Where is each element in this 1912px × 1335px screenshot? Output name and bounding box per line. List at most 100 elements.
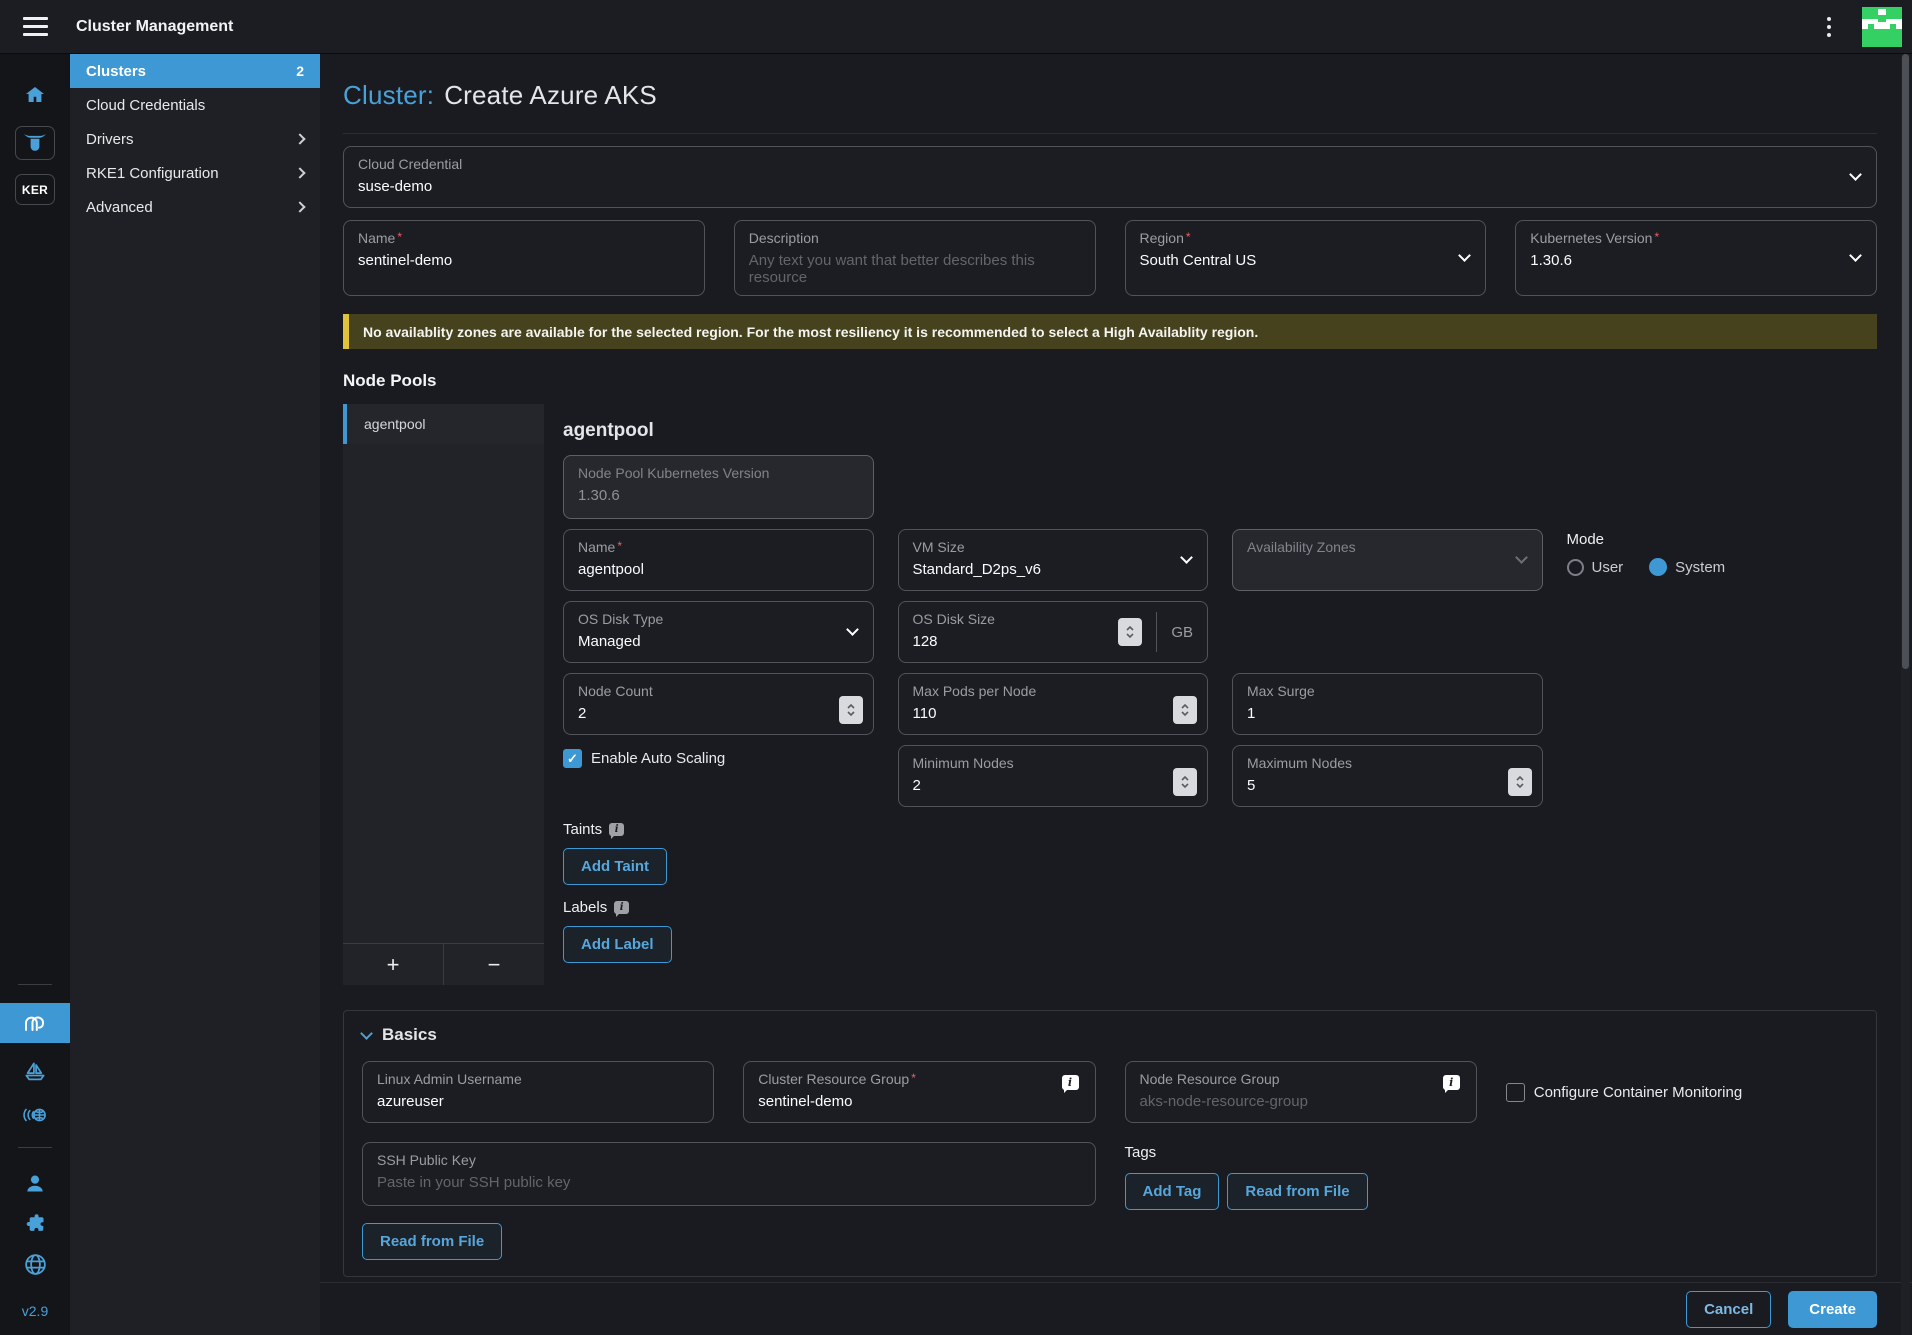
basics-section-header[interactable]: Basics <box>362 1025 1858 1045</box>
mode-radio-system[interactable]: System <box>1649 558 1725 576</box>
version-label[interactable]: v2.9 <box>22 1303 48 1319</box>
tags-read-from-file-button[interactable]: Read from File <box>1227 1173 1367 1210</box>
node-pool-k8s-version-field: Node Pool Kubernetes Version 1.30.6 <box>563 455 874 519</box>
cancel-button[interactable]: Cancel <box>1686 1291 1771 1328</box>
sidebar-item-rke1-configuration[interactable]: RKE1 Configuration <box>70 156 320 190</box>
chevron-right-icon <box>294 167 305 178</box>
region-select[interactable]: Region* South Central US <box>1125 220 1487 296</box>
app-window: Cluster Management <box>0 0 1912 1335</box>
user-avatar[interactable] <box>1862 7 1902 47</box>
page-title-prefix: Cluster: <box>343 80 434 110</box>
radio-unselected-icon <box>1567 559 1584 576</box>
cloud-credential-select[interactable]: Cloud Credential suse-demo <box>343 146 1877 208</box>
node-resource-group-placeholder: aks-node-resource-group <box>1140 1093 1462 1110</box>
avatar-identicon <box>1862 7 1902 47</box>
node-pool-tab-agentpool[interactable]: agentpool <box>343 404 544 444</box>
hamburger-menu-icon[interactable] <box>0 17 70 36</box>
tags-block: Tags Add Tag Read from File <box>1125 1142 1859 1260</box>
continuous-delivery-icon[interactable] <box>0 1103 70 1127</box>
kebab-menu-icon[interactable] <box>1814 12 1844 42</box>
sidebar-item-cloud-credentials[interactable]: Cloud Credentials <box>70 88 320 122</box>
add-tag-button[interactable]: Add Tag <box>1125 1173 1220 1210</box>
extensions-puzzle-icon[interactable] <box>0 1212 70 1236</box>
scrollbar-thumb[interactable] <box>1902 54 1909 669</box>
node-pool-tab-footer: + − <box>343 943 544 985</box>
taints-label: Taints i <box>563 821 1877 838</box>
top-bar: Cluster Management <box>0 0 1912 54</box>
node-pools-panel: agentpool + − agentpool Node Pool Kubern… <box>343 404 1877 985</box>
user-icon[interactable] <box>0 1172 70 1196</box>
rail-divider <box>18 984 52 985</box>
remove-node-pool-button[interactable]: − <box>443 944 544 985</box>
description-field[interactable]: Description Any text you want that bette… <box>734 220 1096 296</box>
node-resource-group-field[interactable]: Node Resource Group aks-node-resource-gr… <box>1125 1061 1477 1123</box>
side-nav: Clusters 2 Cloud Credentials Drivers RKE… <box>70 54 320 1335</box>
kubernetes-version-select[interactable]: Kubernetes Version* 1.30.6 <box>1515 220 1877 296</box>
rail-divider <box>18 1147 52 1148</box>
ssh-key-placeholder: Paste in your SSH public key <box>377 1174 1081 1191</box>
os-disk-size-field[interactable]: OS Disk Size 128 GB <box>898 601 1209 663</box>
number-stepper[interactable] <box>1118 618 1142 646</box>
configure-container-monitoring-checkbox[interactable]: Configure Container Monitoring <box>1506 1083 1858 1102</box>
vertical-scrollbar[interactable] <box>1901 54 1910 1335</box>
availability-warning-banner: No availablity zones are available for t… <box>343 314 1877 349</box>
left-rail: KER <box>0 54 70 1335</box>
number-stepper[interactable] <box>1173 696 1197 724</box>
home-icon[interactable] <box>0 84 70 108</box>
create-button[interactable]: Create <box>1788 1291 1877 1328</box>
mode-radio-user[interactable]: User <box>1567 559 1624 576</box>
pool-name-field[interactable]: Name* agentpool <box>563 529 874 591</box>
basics-grid: Linux Admin Username azureuser Cluster R… <box>362 1061 1858 1260</box>
labels-label: Labels i <box>563 899 1877 916</box>
info-icon[interactable]: i <box>1062 1075 1079 1090</box>
linux-admin-username-field[interactable]: Linux Admin Username azureuser <box>362 1061 714 1123</box>
page-title: Cluster:Create Azure AKS <box>343 80 1877 111</box>
vm-size-select[interactable]: VM Size Standard_D2ps_v6 <box>898 529 1209 591</box>
availability-zones-select: Availability Zones <box>1232 529 1543 591</box>
maximum-nodes-field[interactable]: Maximum Nodes 5 <box>1232 745 1543 807</box>
title-divider <box>343 133 1877 134</box>
cluster-basics-row: Name* sentinel-demo Description Any text… <box>343 220 1877 296</box>
sidebar-item-advanced[interactable]: Advanced <box>70 190 320 224</box>
add-taint-button[interactable]: Add Taint <box>563 848 667 885</box>
number-stepper[interactable] <box>1173 768 1197 796</box>
sidebar-item-drivers[interactable]: Drivers <box>70 122 320 156</box>
main-content: Cluster:Create Azure AKS Cloud Credentia… <box>320 54 1912 1335</box>
ssh-read-from-file-button[interactable]: Read from File <box>362 1223 502 1260</box>
checkbox-checked-icon: ✓ <box>563 749 582 768</box>
info-icon[interactable]: i <box>614 901 629 914</box>
chevron-right-icon <box>294 133 305 144</box>
node-pool-tab-list: agentpool + − <box>343 404 544 985</box>
unit-label: GB <box>1171 624 1193 641</box>
checkbox-unchecked-icon <box>1506 1083 1525 1102</box>
fleet-sailboat-icon[interactable] <box>0 1059 70 1085</box>
info-icon[interactable]: i <box>609 823 624 836</box>
cluster-name-field[interactable]: Name* sentinel-demo <box>343 220 705 296</box>
chevron-down-icon <box>360 1027 373 1040</box>
cluster-management-icon[interactable] <box>0 1003 70 1043</box>
number-stepper[interactable] <box>839 696 863 724</box>
app-shell: KER <box>0 54 1912 1335</box>
clusters-count: 2 <box>296 63 304 79</box>
basics-section: Basics Linux Admin Username azureuser Cl… <box>343 1010 1877 1277</box>
tags-label: Tags <box>1125 1144 1859 1161</box>
rancher-bull-icon[interactable] <box>15 126 55 160</box>
cluster-resource-group-field[interactable]: Cluster Resource Group* sentinel-demo i <box>743 1061 1095 1123</box>
add-node-pool-button[interactable]: + <box>343 944 443 985</box>
enable-auto-scaling-checkbox[interactable]: ✓ Enable Auto Scaling <box>563 749 874 768</box>
action-footer: Cancel Create <box>320 1282 1912 1335</box>
minimum-nodes-field[interactable]: Minimum Nodes 2 <box>898 745 1209 807</box>
node-pool-detail: agentpool Node Pool Kubernetes Version 1… <box>544 404 1877 985</box>
os-disk-type-select[interactable]: OS Disk Type Managed <box>563 601 874 663</box>
info-icon[interactable]: i <box>1443 1075 1460 1090</box>
node-count-field[interactable]: Node Count 2 <box>563 673 874 735</box>
add-label-button[interactable]: Add Label <box>563 926 672 963</box>
node-pools-heading: Node Pools <box>343 371 1877 391</box>
ssh-public-key-field[interactable]: SSH Public Key Paste in your SSH public … <box>362 1142 1096 1206</box>
number-stepper[interactable] <box>1508 768 1532 796</box>
max-surge-field[interactable]: Max Surge 1 <box>1232 673 1543 735</box>
globe-icon[interactable] <box>0 1252 70 1277</box>
ker-badge[interactable]: KER <box>15 174 55 205</box>
sidebar-item-clusters[interactable]: Clusters 2 <box>70 54 320 88</box>
max-pods-field[interactable]: Max Pods per Node 110 <box>898 673 1209 735</box>
